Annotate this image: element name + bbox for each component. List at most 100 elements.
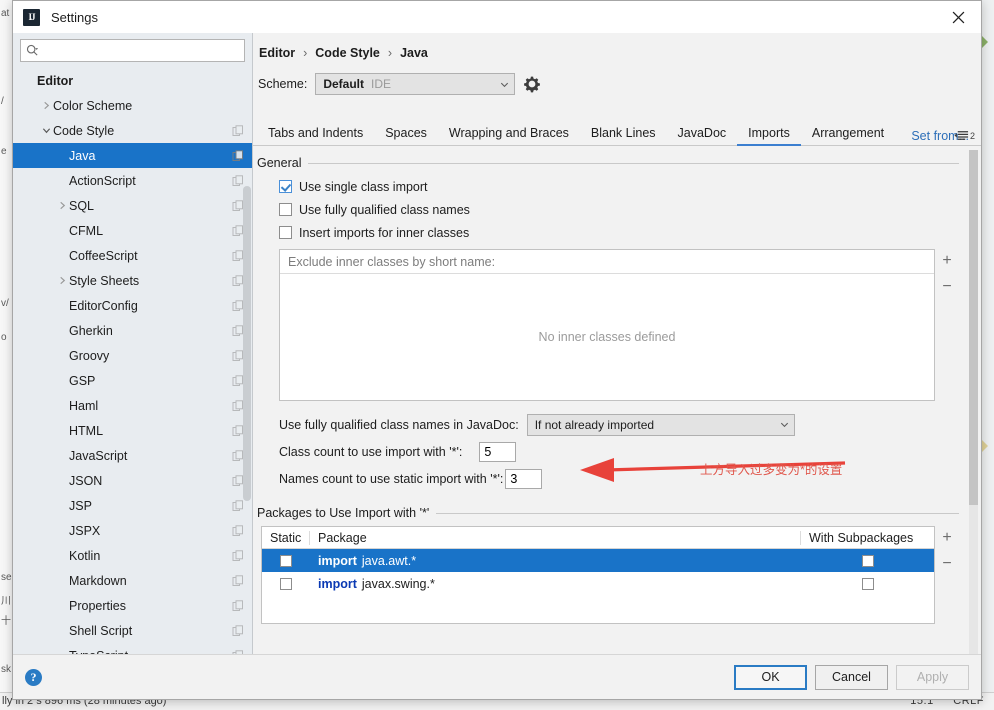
sidebar-item-style-sheets[interactable]: Style Sheets	[13, 268, 252, 293]
sidebar-item-editor[interactable]: Editor	[13, 68, 252, 93]
copy-scheme-icon[interactable]	[232, 474, 244, 487]
copy-scheme-icon[interactable]	[232, 374, 244, 387]
copy-scheme-icon[interactable]	[232, 424, 244, 437]
names-count-input[interactable]	[505, 468, 543, 489]
remove-package-button[interactable]: −	[939, 556, 955, 572]
checkbox-use-single-class-import[interactable]	[279, 180, 292, 193]
checkbox-use-fully-qualified-class-names[interactable]	[279, 203, 292, 216]
settings-tree[interactable]: Editor Color Scheme Code Style Java ActionSc…	[13, 66, 252, 654]
sidebar-item-jspx[interactable]: JSPX	[13, 518, 252, 543]
add-package-button[interactable]: +	[939, 530, 955, 546]
copy-scheme-icon[interactable]	[232, 599, 244, 612]
exclude-inner-classes-list[interactable]: Exclude inner classes by short name: No …	[279, 249, 935, 401]
copy-scheme-icon[interactable]	[232, 199, 244, 212]
column-header-package[interactable]: Package	[310, 530, 801, 545]
sidebar-item-javascript[interactable]: JavaScript	[13, 443, 252, 468]
sidebar-item-html[interactable]: HTML	[13, 418, 252, 443]
copy-scheme-icon[interactable]	[232, 449, 244, 462]
with-subpackages-checkbox[interactable]	[861, 554, 874, 567]
search-input[interactable]	[42, 41, 239, 60]
copy-scheme-icon[interactable]	[232, 524, 244, 537]
packages-table[interactable]: Static Package With Subpackages import java…	[261, 526, 935, 624]
add-inner-class-button[interactable]: +	[939, 253, 955, 269]
copy-scheme-icon[interactable]	[232, 174, 244, 187]
chevron-right-icon[interactable]	[55, 201, 69, 210]
sidebar-item-label: Kotlin	[69, 548, 101, 563]
chevron-right-icon[interactable]	[39, 101, 53, 110]
copy-scheme-icon[interactable]	[232, 324, 244, 337]
scheme-dropdown[interactable]: Default IDE	[315, 73, 516, 95]
sidebar-item-haml[interactable]: Haml	[13, 393, 252, 418]
tab-javadoc[interactable]: JavaDoc	[667, 120, 738, 146]
sidebar-item-java[interactable]: Java	[13, 143, 252, 168]
sidebar-item-gsp[interactable]: GSP	[13, 368, 252, 393]
exclude-inner-classes-header: Exclude inner classes by short name:	[280, 250, 934, 274]
sidebar-item-shell-script[interactable]: Shell Script	[13, 618, 252, 643]
copy-scheme-icon[interactable]	[232, 149, 244, 162]
table-row[interactable]: import java.awt.*	[262, 549, 934, 572]
copy-scheme-icon[interactable]	[232, 499, 244, 512]
class-count-input[interactable]	[479, 441, 517, 462]
sidebar-item-gherkin[interactable]: Gherkin	[13, 318, 252, 343]
sidebar-item-code-style[interactable]: Code Style	[13, 118, 252, 143]
tab-overflow-button[interactable]: 2	[954, 130, 975, 141]
close-icon[interactable]	[936, 1, 981, 33]
sidebar-item-editorconfig[interactable]: EditorConfig	[13, 293, 252, 318]
checkbox-row[interactable]: Use fully qualified class names	[279, 198, 959, 221]
copy-scheme-icon[interactable]	[232, 274, 244, 287]
help-icon[interactable]: ?	[25, 668, 42, 686]
sidebar-item-typescript[interactable]: TypeScript	[13, 643, 252, 654]
copy-scheme-icon[interactable]	[232, 224, 244, 237]
checkbox-insert-imports-for-inner-classes[interactable]	[279, 226, 292, 239]
sidebar-item-label: JSP	[69, 498, 92, 513]
tab-overflow-count: 2	[969, 130, 975, 141]
chevron-down-icon	[499, 79, 510, 90]
tab-spaces[interactable]: Spaces	[374, 120, 438, 146]
sidebar-item-markdown[interactable]: Markdown	[13, 568, 252, 593]
tab-arrangement[interactable]: Arrangement	[801, 120, 895, 146]
cancel-button[interactable]: Cancel	[815, 664, 888, 690]
chevron-down-icon[interactable]	[39, 126, 53, 135]
sidebar-item-actionscript[interactable]: ActionScript	[13, 168, 252, 193]
sidebar-item-coffeescript[interactable]: CoffeeScript	[13, 243, 252, 268]
column-header-with-subpackages[interactable]: With Subpackages	[801, 531, 934, 545]
table-row[interactable]: import javax.swing.*	[262, 572, 934, 595]
sidebar-item-json[interactable]: JSON	[13, 468, 252, 493]
chevron-right-icon[interactable]	[55, 276, 69, 285]
sidebar-item-label: Markdown	[69, 573, 127, 588]
checkbox-row[interactable]: Insert imports for inner classes	[279, 221, 959, 244]
tab-imports[interactable]: Imports	[737, 120, 801, 146]
sidebar-item-groovy[interactable]: Groovy	[13, 343, 252, 368]
gear-icon[interactable]	[523, 75, 541, 93]
remove-inner-class-button[interactable]: −	[939, 279, 955, 295]
sidebar-item-cfml[interactable]: CFML	[13, 218, 252, 243]
tab-wrapping-and-braces[interactable]: Wrapping and Braces	[438, 120, 580, 146]
static-checkbox[interactable]	[280, 577, 292, 590]
tab-blank-lines[interactable]: Blank Lines	[580, 120, 667, 146]
column-header-static[interactable]: Static	[262, 530, 310, 545]
scheme-label: Scheme:	[258, 77, 308, 91]
copy-scheme-icon[interactable]	[232, 399, 244, 412]
sidebar-item-kotlin[interactable]: Kotlin	[13, 543, 252, 568]
sidebar-item-jsp[interactable]: JSP	[13, 493, 252, 518]
javadoc-fqn-dropdown[interactable]: If not already imported	[526, 413, 795, 436]
package-name: java.awt.*	[361, 553, 417, 568]
copy-scheme-icon[interactable]	[232, 549, 244, 562]
copy-scheme-icon[interactable]	[232, 249, 244, 262]
sidebar-item-properties[interactable]: Properties	[13, 593, 252, 618]
sidebar-item-color-scheme[interactable]: Color Scheme	[13, 93, 252, 118]
copy-scheme-icon[interactable]	[232, 574, 244, 587]
sidebar-item-sql[interactable]: SQL	[13, 193, 252, 218]
copy-scheme-icon[interactable]	[232, 349, 244, 362]
checkbox-row[interactable]: Use single class import	[279, 175, 959, 198]
with-subpackages-checkbox[interactable]	[861, 577, 874, 590]
copy-scheme-icon[interactable]	[232, 124, 244, 137]
static-checkbox[interactable]	[280, 554, 292, 567]
tab-tabs-and-indents[interactable]: Tabs and Indents	[257, 120, 374, 146]
background-text-fragment: at	[1, 8, 10, 19]
copy-scheme-icon[interactable]	[232, 299, 244, 312]
content-scrollbar-thumb[interactable]	[969, 150, 978, 505]
copy-scheme-icon[interactable]	[232, 624, 244, 637]
ok-button[interactable]: OK	[734, 664, 807, 690]
search-box[interactable]	[20, 39, 245, 62]
